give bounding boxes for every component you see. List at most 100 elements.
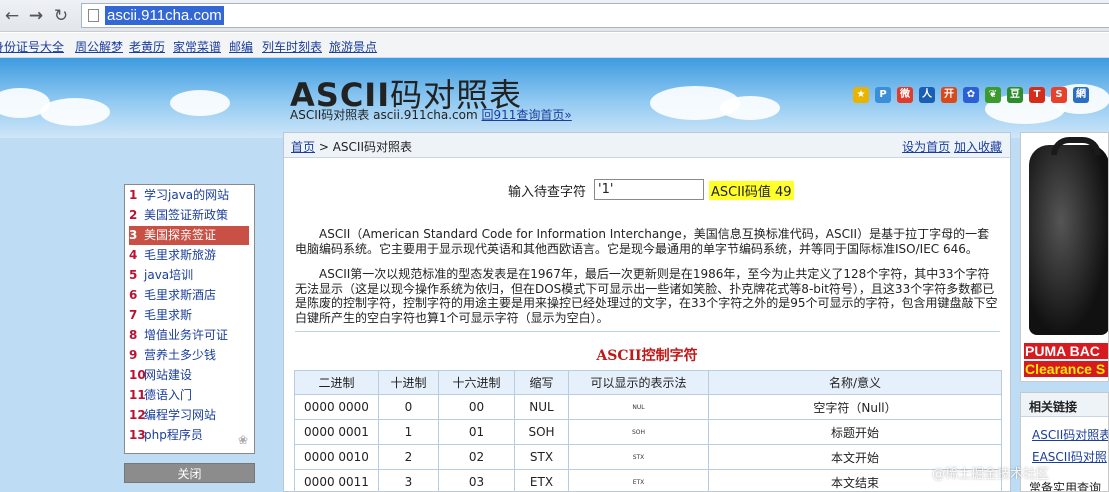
bookmark-postcode[interactable]: 邮编 xyxy=(229,38,253,55)
table-row: 0000 0011 3 03 ETX ETX 本文结束 xyxy=(294,469,1002,492)
sidebar-item-label: 网站建设 xyxy=(144,368,193,382)
col-display: 可以显示的表示法 xyxy=(568,370,709,395)
bookmark-dream[interactable]: 周公解梦 xyxy=(75,38,123,55)
sidebar-item-label: 营养土多少钱 xyxy=(144,348,217,362)
cell-binary: 0000 0011 xyxy=(294,469,379,492)
cell-abbr: NUL xyxy=(514,394,569,420)
close-button[interactable]: 关闭 xyxy=(124,463,255,483)
url-text[interactable]: ascii.911cha.com xyxy=(105,6,224,25)
related-title: 相关链接 xyxy=(1021,393,1108,417)
sidebar-item[interactable]: 2 美国签证新政策 xyxy=(129,206,249,225)
sidebar-item-number: 5 xyxy=(129,268,138,282)
table-row: 0000 0010 2 02 STX STX 本文开始 xyxy=(294,444,1002,470)
sidebar-item-label: 毛里求斯酒店 xyxy=(144,288,217,302)
cell-hex: 02 xyxy=(438,444,515,470)
bookmarks-bar: 身份证号大全 周公解梦 老黄历 家常菜谱 邮编 列车时刻表 旅游景点 xyxy=(0,33,1109,58)
breadcrumb: 首页 > ASCII码对照表 设为首页 加入收藏 xyxy=(284,133,1010,158)
ascii-table: 二进制 十进制 十六进制 缩写 可以显示的表示法 名称/意义 0000 0000… xyxy=(294,370,1002,492)
sohu-icon[interactable]: S xyxy=(1051,87,1067,103)
cell-hex: 00 xyxy=(438,394,515,420)
cell-decimal: 0 xyxy=(378,394,439,420)
renren-icon[interactable]: 人 xyxy=(919,87,935,103)
sidebar-item[interactable]: 11德语入门 xyxy=(129,386,249,405)
sidebar-item-label: 增值业务许可证 xyxy=(144,328,229,342)
col-hex: 十六进制 xyxy=(438,370,515,395)
cell-binary: 0000 0000 xyxy=(294,394,379,420)
sidebar-item-label: 毛里求斯旅游 xyxy=(144,248,217,262)
forward-icon[interactable]: → xyxy=(26,6,46,26)
sidebar-item[interactable]: 8 增值业务许可证 xyxy=(129,326,249,345)
bookmark-almanac[interactable]: 老黄历 xyxy=(129,38,165,55)
sidebar-item-number: 2 xyxy=(129,208,138,222)
address-bar[interactable]: ascii.911cha.com xyxy=(81,3,1109,28)
pengyou-icon[interactable]: P xyxy=(875,87,891,103)
sidebar-item[interactable]: 6 毛里求斯酒店 xyxy=(129,286,249,305)
sidebar-item[interactable]: 4 毛里求斯旅游 xyxy=(129,246,249,265)
sidebar-item-number: 12 xyxy=(129,408,146,422)
col-abbr: 缩写 xyxy=(514,370,569,395)
cell-hex: 03 xyxy=(438,469,515,492)
home-link[interactable]: 回911查询首页» xyxy=(482,108,572,122)
sidebar-item-label: 美国签证新政策 xyxy=(144,208,229,222)
related-link-ascii[interactable]: ASCII码对照表 xyxy=(1032,426,1108,443)
douban-leaf-icon[interactable]: ❦ xyxy=(985,87,1001,103)
watermark: @稀土掘金技术社区 xyxy=(932,467,1050,482)
reload-icon[interactable]: ↻ xyxy=(51,6,71,26)
backpack-strap xyxy=(1051,137,1101,155)
sidebar-item[interactable]: 3 美国探亲签证 xyxy=(129,226,249,245)
cell-decimal: 1 xyxy=(378,419,439,445)
netease-icon[interactable]: T xyxy=(1029,87,1045,103)
breadcrumb-current: > ASCII码对照表 xyxy=(315,140,412,154)
cell-decimal: 3 xyxy=(378,469,439,492)
sidebar-item[interactable]: 9 营养土多少钱 xyxy=(129,346,249,365)
sidebar-item[interactable]: 1 学习java的网站 xyxy=(129,186,249,205)
cell-meaning: 空字符（Null） xyxy=(708,394,1002,420)
sidebar-item[interactable]: 10网站建设 xyxy=(129,366,249,385)
sidebar-item-number: 10 xyxy=(129,368,146,382)
bookmark-icon[interactable]: 網 xyxy=(1073,87,1089,103)
sidebar-item-label: 美国探亲签证 xyxy=(144,228,217,242)
back-icon[interactable]: ← xyxy=(2,6,22,26)
cell-abbr: ETX xyxy=(514,469,569,492)
bookmark-train[interactable]: 列车时刻表 xyxy=(262,38,322,55)
kaixin-icon[interactable]: 开 xyxy=(941,87,957,103)
breadcrumb-home[interactable]: 首页 xyxy=(291,140,315,154)
col-binary: 二进制 xyxy=(294,370,379,395)
sidebar-item-number: 8 xyxy=(129,328,138,342)
sidebar-item[interactable]: 13php程序员 xyxy=(129,426,249,445)
sidebar-item-number: 6 xyxy=(129,288,138,302)
sidebar-item[interactable]: 7 毛里求斯 xyxy=(129,306,249,325)
bookmark-travel[interactable]: 旅游景点 xyxy=(329,38,377,55)
sidebar-item[interactable]: 5 java培训 xyxy=(129,266,249,285)
ad-line-2: Clearance S xyxy=(1024,361,1108,377)
main-panel: 首页 > ASCII码对照表 设为首页 加入收藏 输入待查字符 ASCII码值 … xyxy=(283,132,1011,492)
cell-display: SOH xyxy=(568,419,709,445)
intro-paragraph-1: ASCII（American Standard Code for Informa… xyxy=(295,227,990,256)
baidu-paw-icon[interactable]: ✿ xyxy=(963,87,979,103)
ad-line-1: PUMA BAC xyxy=(1024,343,1108,359)
backpack-image xyxy=(1029,145,1108,335)
sidebar-item-number: 13 xyxy=(129,428,146,442)
add-favorite-link[interactable]: 加入收藏 xyxy=(954,140,1002,154)
cell-binary: 0000 0010 xyxy=(294,444,379,470)
douban-icon[interactable]: 豆 xyxy=(1007,87,1023,103)
sidebar-item-label: 毛里求斯 xyxy=(144,308,193,322)
query-label: 输入待查字符 xyxy=(508,185,587,200)
sidebar-item-label: 德语入门 xyxy=(144,388,193,402)
cell-abbr: SOH xyxy=(514,419,569,445)
set-homepage-link[interactable]: 设为首页 xyxy=(902,140,950,154)
bookmark-recipes[interactable]: 家常菜谱 xyxy=(173,38,221,55)
weibo-icon[interactable]: 微 xyxy=(897,87,913,103)
bookmark-id-card[interactable]: 身份证号大全 xyxy=(0,38,64,55)
sidebar-item[interactable]: 12编程学习网站 xyxy=(129,406,249,425)
qzone-star-icon[interactable]: ★ xyxy=(853,87,869,103)
table-row: 0000 0001 1 01 SOH SOH 标题开始 xyxy=(294,419,1002,445)
puma-ad[interactable]: PUMA BAC Clearance S xyxy=(1020,132,1109,382)
browser-toolbar: ← → ↻ ascii.911cha.com xyxy=(0,0,1109,32)
paw-icon: ❀ xyxy=(237,433,248,447)
col-decimal: 十进制 xyxy=(378,370,439,395)
sidebar-item-number: 4 xyxy=(129,248,138,262)
char-input[interactable] xyxy=(594,179,704,200)
cell-decimal: 2 xyxy=(378,444,439,470)
sidebar-links: 1 学习java的网站 2 美国签证新政策 3 美国探亲签证 4 毛里求斯旅游 5 java培训 6… xyxy=(124,184,255,454)
